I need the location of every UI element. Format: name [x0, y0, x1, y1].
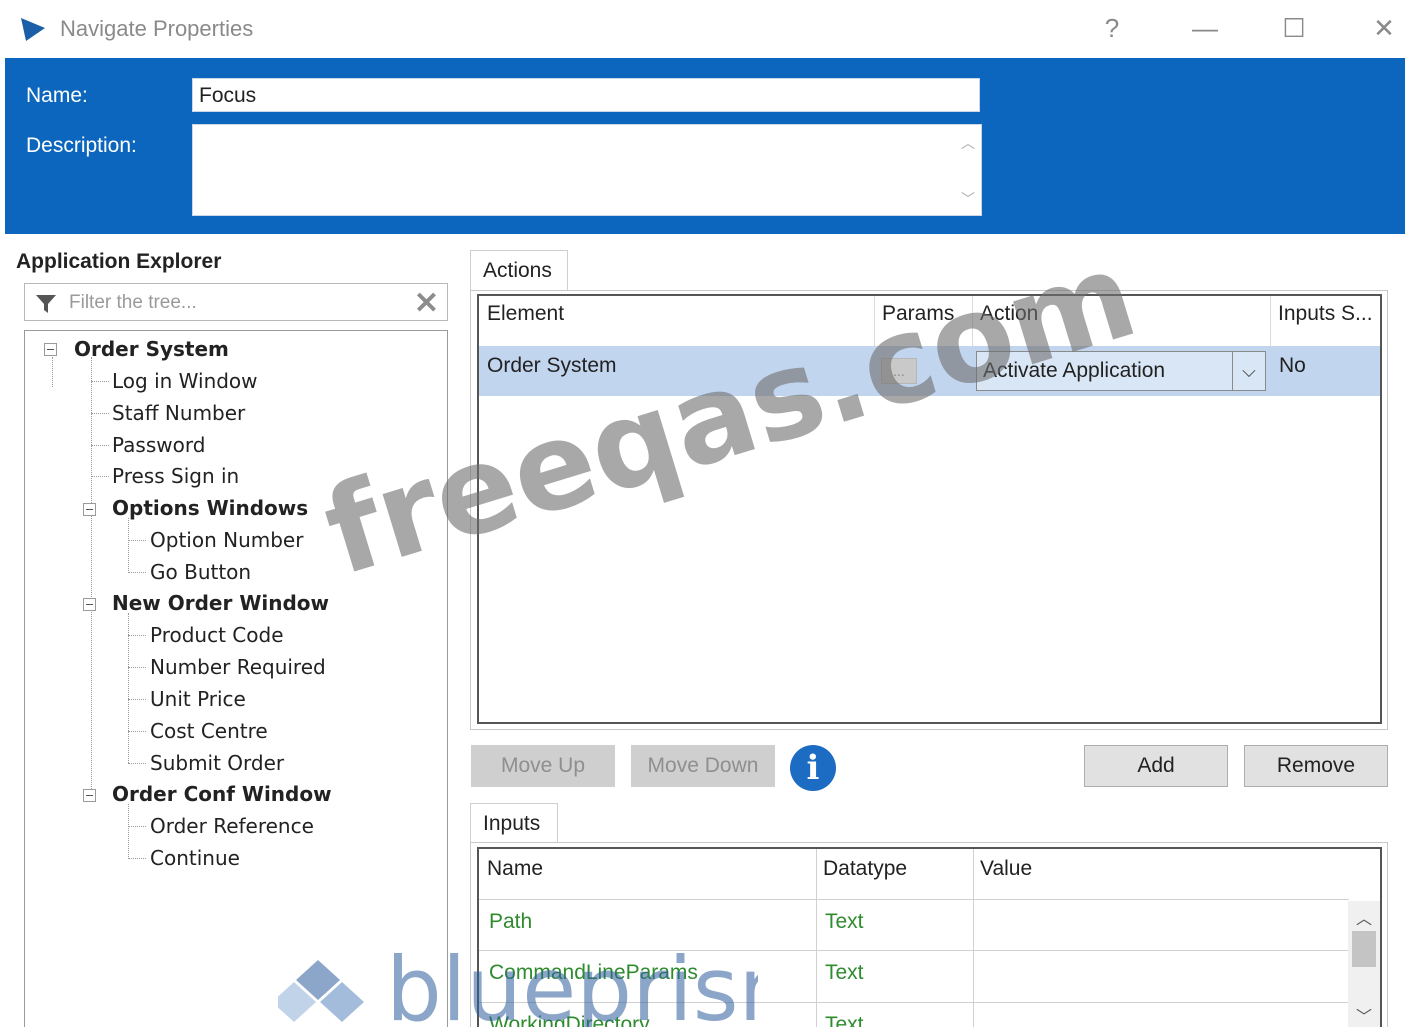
tree-filter-input[interactable]: Filter the tree... ✕ [24, 283, 448, 321]
tree-node-number-required[interactable]: Number Required [150, 655, 326, 679]
tree-node-unit-price[interactable]: Unit Price [150, 687, 246, 711]
tree-node-options-windows[interactable]: Options Windows [112, 496, 308, 520]
maximize-button[interactable]: ☐ [1272, 8, 1316, 48]
collapse-icon[interactable] [83, 789, 96, 802]
tree-node-order-system[interactable]: Order System [74, 337, 229, 361]
description-label: Description: [26, 134, 137, 157]
column-header-name[interactable]: Name [487, 857, 543, 881]
help-button[interactable]: ? [1090, 8, 1134, 48]
tree-node-staff-number[interactable]: Staff Number [112, 401, 245, 425]
scroll-up-icon[interactable]: ︿ [1348, 905, 1380, 929]
move-up-button[interactable]: Move Up [471, 745, 615, 787]
column-header-datatype[interactable]: Datatype [823, 857, 907, 881]
scrollbar-thumb[interactable] [1352, 931, 1376, 967]
name-input[interactable]: Focus [192, 78, 980, 112]
info-icon[interactable]: i [790, 745, 836, 791]
input-datatype: Text [825, 961, 864, 984]
filter-icon [36, 295, 56, 313]
tree-node-go-button[interactable]: Go Button [150, 560, 251, 584]
tree-node-cost-centre[interactable]: Cost Centre [150, 719, 268, 743]
description-input[interactable]: ︿ ﹀ [192, 124, 982, 216]
move-down-button[interactable]: Move Down [631, 745, 775, 787]
chevron-down-icon[interactable]: ⌵ [1232, 352, 1265, 390]
collapse-icon[interactable] [83, 503, 96, 516]
tree-node-continue[interactable]: Continue [150, 846, 240, 870]
row-inputs-set: No [1279, 354, 1306, 377]
input-datatype: Text [825, 1013, 864, 1027]
scroll-down-icon[interactable]: ﹀ [1348, 1003, 1380, 1027]
close-button[interactable]: ✕ [1362, 8, 1406, 48]
svg-text:blueprism: blueprism [386, 938, 758, 1027]
column-header-value[interactable]: Value [980, 857, 1032, 881]
application-tree[interactable]: Order System Log in Window Staff Number … [24, 330, 448, 1027]
tree-node-log-in-window[interactable]: Log in Window [112, 369, 258, 393]
column-header-element[interactable]: Element [487, 302, 564, 326]
tree-node-submit-order[interactable]: Submit Order [150, 751, 284, 775]
name-label: Name: [26, 84, 88, 107]
tree-node-product-code[interactable]: Product Code [150, 623, 284, 647]
column-header-inputs-set[interactable]: Inputs S... [1278, 302, 1373, 326]
window-title: Navigate Properties [60, 16, 254, 41]
scroll-up-icon[interactable]: ︿ [961, 133, 975, 153]
app-logo-icon [21, 18, 45, 41]
clear-filter-icon[interactable]: ✕ [414, 286, 439, 321]
remove-button[interactable]: Remove [1244, 745, 1388, 787]
collapse-icon[interactable] [44, 343, 57, 356]
tab-actions[interactable]: Actions [470, 250, 568, 291]
tree-node-password[interactable]: Password [112, 433, 205, 457]
vertical-scrollbar[interactable]: ︿ ﹀ [1348, 901, 1380, 1027]
application-explorer-title: Application Explorer [16, 250, 222, 273]
input-datatype: Text [825, 910, 864, 933]
tree-node-order-conf-window[interactable]: Order Conf Window [112, 782, 332, 806]
filter-placeholder: Filter the tree... [69, 292, 197, 313]
tree-node-option-number[interactable]: Option Number [150, 528, 303, 552]
add-button[interactable]: Add [1084, 745, 1228, 787]
tab-inputs[interactable]: Inputs [470, 803, 558, 843]
tree-node-new-order-window[interactable]: New Order Window [112, 591, 329, 615]
minimize-button[interactable]: — [1183, 8, 1227, 48]
scroll-down-icon[interactable]: ﹀ [961, 189, 975, 209]
tree-node-press-sign-in[interactable]: Press Sign in [112, 464, 239, 488]
tree-node-order-reference[interactable]: Order Reference [150, 814, 314, 838]
row-element: Order System [487, 354, 617, 377]
collapse-icon[interactable] [83, 598, 96, 611]
blueprism-watermark-logo: blueprism [278, 938, 758, 1027]
